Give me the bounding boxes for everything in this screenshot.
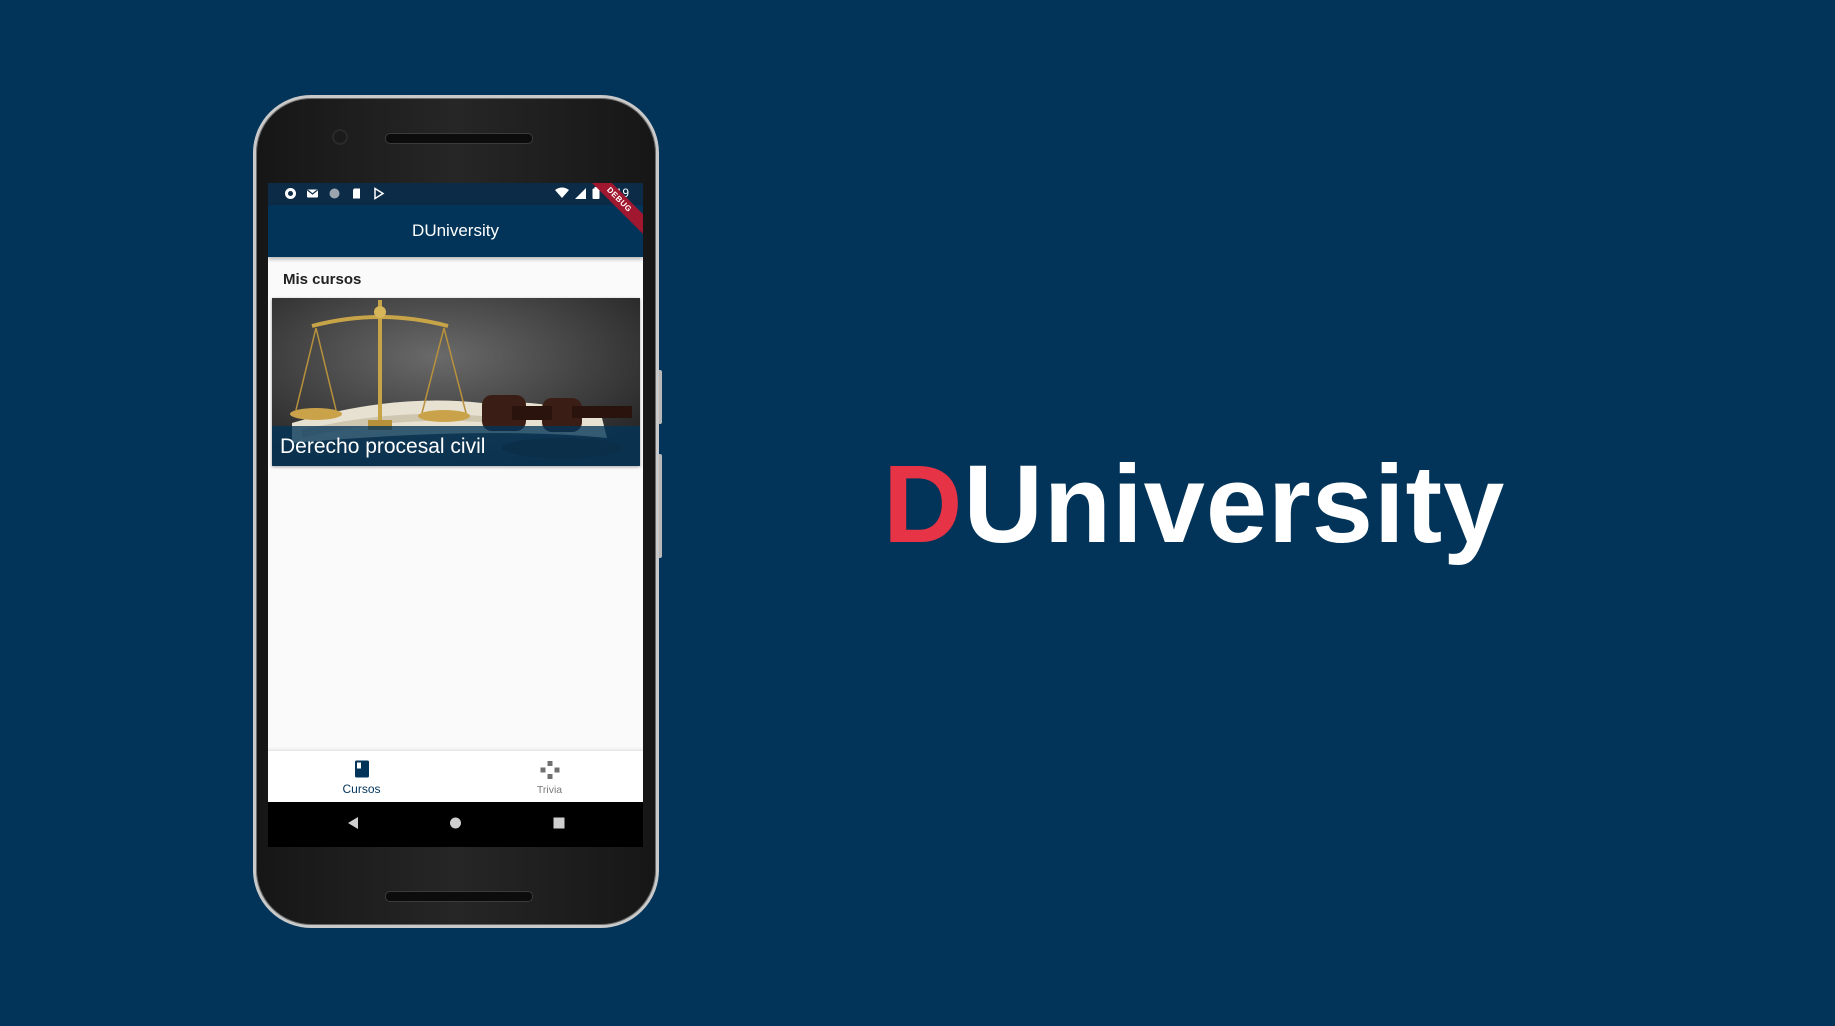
book-icon <box>354 760 369 778</box>
mail-icon <box>307 189 318 198</box>
gamepad-icon <box>540 761 559 779</box>
course-card[interactable]: Derecho procesal civil <box>272 298 640 466</box>
front-camera <box>334 131 346 143</box>
signal-icon <box>574 187 586 199</box>
nav-tab-cursos-label: Cursos <box>342 782 381 796</box>
bottom-navigation: Cursos Trivia <box>268 750 643 803</box>
nav-tab-trivia[interactable]: Trivia <box>456 751 643 803</box>
brand-logo-accent: D <box>883 443 964 566</box>
back-icon[interactable] <box>347 816 359 830</box>
brand-logo: DUniversity <box>883 450 1505 560</box>
app-bar-title: DUniversity <box>412 221 499 240</box>
course-title: Derecho procesal civil <box>280 435 486 458</box>
circle-notification-icon <box>329 188 340 199</box>
system-navigation-bar <box>268 802 643 847</box>
bottom-speaker <box>385 891 533 902</box>
phone-frame: 9:19 DEBUG DUniversity Mis cursos <box>253 95 659 928</box>
sd-card-icon <box>353 188 360 199</box>
brand-logo-rest: University <box>963 443 1506 566</box>
phone-screen: 9:19 DEBUG DUniversity Mis cursos <box>268 183 643 847</box>
notification-app-icon <box>285 188 296 199</box>
top-speaker <box>385 133 533 144</box>
app-bar: DUniversity <box>268 205 643 257</box>
home-icon[interactable] <box>449 816 462 830</box>
wifi-icon <box>554 187 569 198</box>
play-store-icon <box>374 187 385 200</box>
section-title: Mis cursos <box>283 271 362 288</box>
nav-tab-cursos[interactable]: Cursos <box>268 751 455 803</box>
recents-icon[interactable] <box>553 816 565 830</box>
nav-tab-trivia-label: Trivia <box>536 784 563 796</box>
status-bar: 9:19 DEBUG <box>268 183 643 241</box>
